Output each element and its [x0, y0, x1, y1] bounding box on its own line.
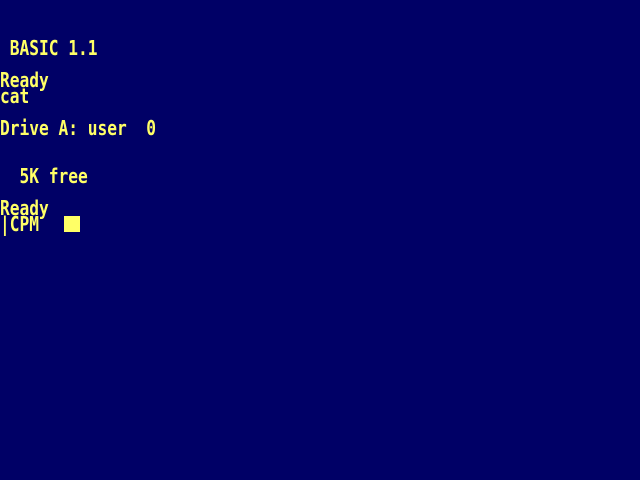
amstrad-screen[interactable]: BASIC 1.1 Ready cat Drive A: user 0 5K f…	[0, 0, 640, 480]
free-space-line: 5K free	[0, 164, 88, 188]
command-cat: cat	[0, 84, 30, 108]
drive-info-line: Drive A: user 0	[0, 116, 157, 140]
text-cursor	[64, 216, 80, 232]
command-input-line[interactable]: |CPM	[0, 214, 39, 234]
basic-version-line: BASIC 1.1	[0, 36, 98, 60]
